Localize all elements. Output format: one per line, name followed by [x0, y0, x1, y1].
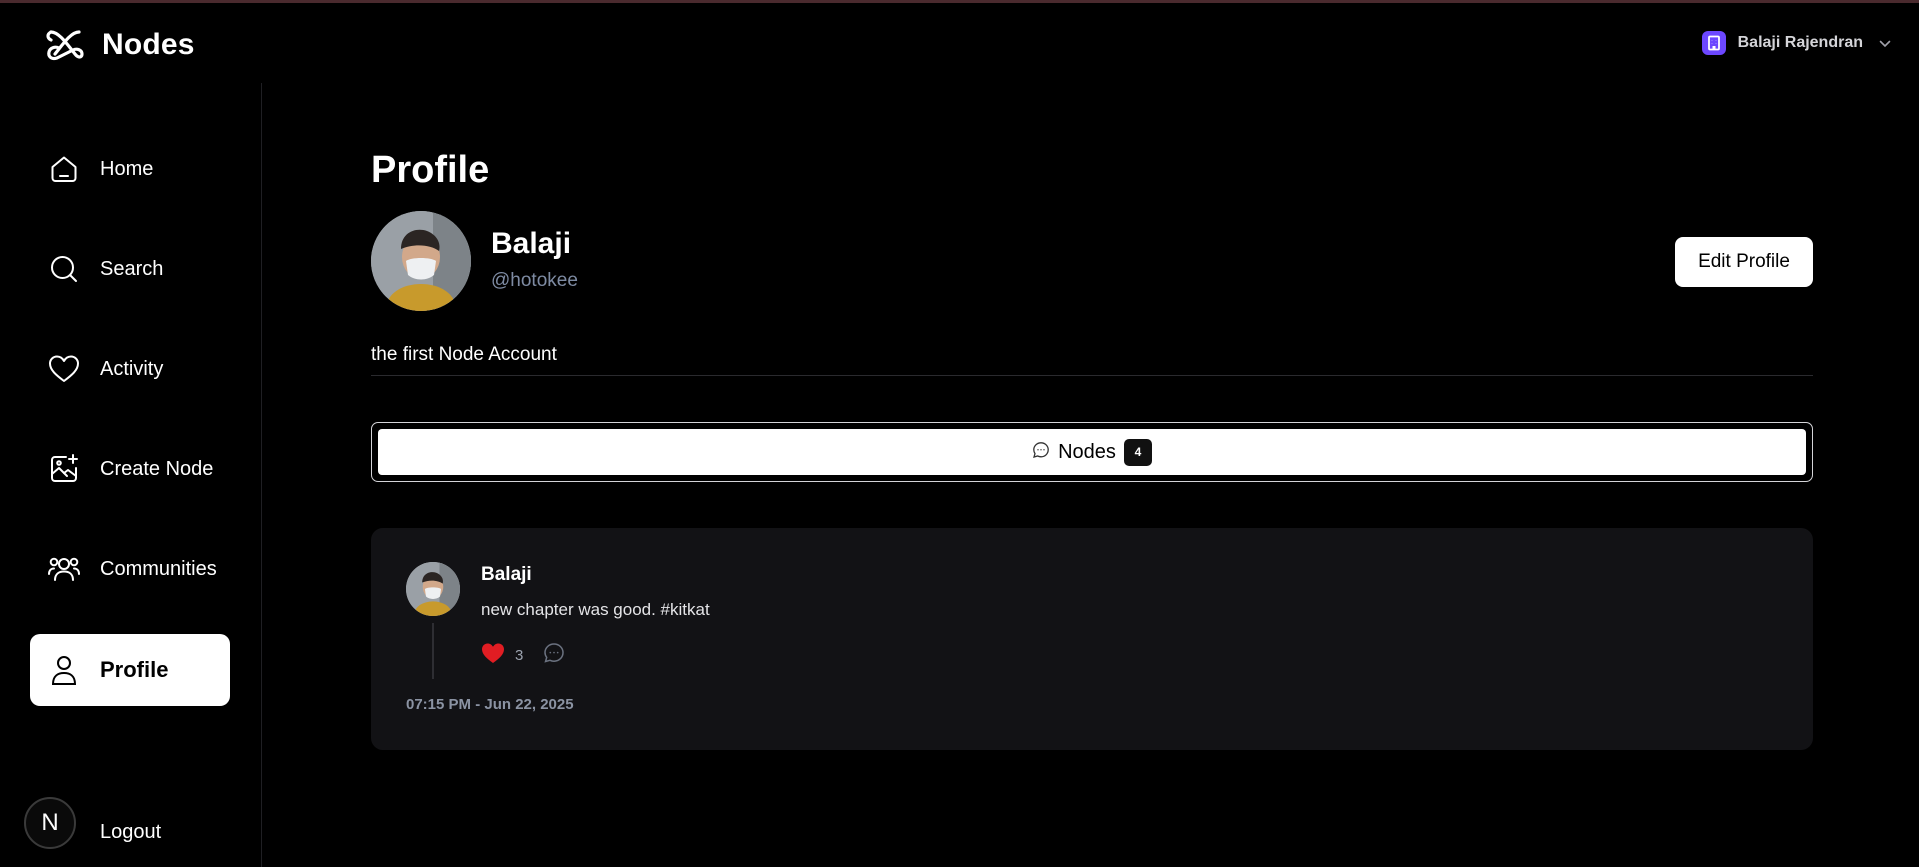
profile-handle: @hotokee: [491, 270, 578, 291]
app-logo[interactable]: Nodes: [44, 27, 195, 63]
user-name: Balaji Rajendran: [1737, 34, 1863, 51]
user-menu[interactable]: Balaji Rajendran: [1701, 31, 1891, 55]
chevron-down-icon: [1879, 35, 1891, 51]
app-name: Nodes: [102, 28, 195, 61]
user-icon: [48, 654, 80, 686]
sidebar-item-search[interactable]: Search: [30, 233, 230, 305]
page-title: Profile: [371, 149, 490, 191]
heart-filled-icon[interactable]: [481, 642, 505, 669]
main-content: Profile Balaji @hotokee Edit Profile the…: [263, 83, 1919, 867]
author-avatar[interactable]: [406, 562, 460, 616]
post-timestamp: 07:15 PM - Jun 22, 2025: [406, 696, 574, 713]
profile-bio: the first Node Account: [371, 344, 557, 365]
sidebar-item-create-node[interactable]: Create Node: [30, 433, 230, 505]
sidebar-item-label: Profile: [100, 657, 169, 682]
logout-label: Logout: [100, 820, 162, 843]
users-icon: [48, 553, 80, 585]
divider: [371, 375, 1813, 376]
sidebar-item-label: Communities: [100, 557, 217, 580]
node-card: Balaji new chapter was good. #kitkat 3 0…: [371, 528, 1813, 750]
organization-icon: [1701, 31, 1726, 55]
post-actions: 3: [481, 642, 565, 669]
top-bar: Nodes Balaji Rajendran: [0, 3, 1919, 83]
thread-line: [432, 623, 434, 679]
like-count: 3: [515, 647, 524, 664]
heart-icon: [48, 353, 80, 385]
sidebar-item-label: Home: [100, 157, 154, 180]
logo-icon: [44, 27, 86, 63]
search-icon: [48, 253, 80, 285]
sidebar-item-activity[interactable]: Activity: [30, 333, 230, 405]
framework-dev-badge[interactable]: N: [24, 797, 76, 849]
edit-profile-button[interactable]: Edit Profile: [1675, 237, 1813, 287]
sidebar-item-label: Create Node: [100, 457, 214, 480]
profile-avatar: [371, 211, 471, 311]
post-text: new chapter was good. #kitkat: [481, 600, 710, 619]
sidebar-item-label: Search: [100, 257, 164, 280]
reply-icon[interactable]: [543, 642, 565, 669]
post-author[interactable]: Balaji: [481, 564, 532, 586]
image-plus-icon: [48, 453, 80, 485]
tab-count-badge: 4: [1123, 438, 1152, 466]
sidebar: Home Search Activity Create Node Communi…: [0, 83, 262, 867]
profile-name: Balaji: [491, 227, 572, 260]
sidebar-item-profile[interactable]: Profile: [30, 634, 230, 706]
message-circle-icon: [1032, 441, 1050, 464]
home-icon: [48, 153, 80, 185]
tab-nodes[interactable]: Nodes 4: [378, 429, 1806, 475]
sidebar-item-communities[interactable]: Communities: [30, 533, 230, 605]
profile-tabs: Nodes 4: [371, 422, 1813, 482]
sidebar-item-home[interactable]: Home: [30, 133, 230, 205]
tab-label: Nodes: [1058, 440, 1116, 463]
sidebar-item-label: Activity: [100, 357, 164, 380]
